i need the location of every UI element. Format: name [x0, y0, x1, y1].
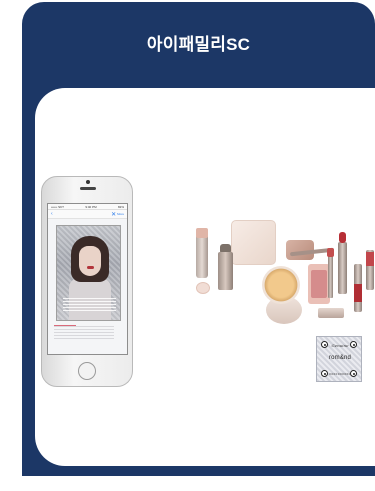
- lip-case: [318, 308, 344, 318]
- status-time: 9:40 PM: [85, 205, 97, 209]
- lipstick-1: [328, 256, 333, 298]
- model-photo: [56, 225, 121, 321]
- speaker-grille: [80, 187, 96, 190]
- model-lips: [87, 266, 94, 269]
- close-icon[interactable]: ✕: [111, 211, 116, 218]
- compact-case: [231, 220, 276, 265]
- sticker-script-text: Genuine: [331, 343, 349, 348]
- security-dot-icon: [321, 341, 328, 348]
- photo-caption: [63, 298, 116, 312]
- primer-tube-cap: [196, 228, 208, 238]
- sticker-brand: rom&nd: [328, 355, 352, 361]
- status-battery: 82%: [117, 205, 124, 209]
- card-title: 아이패밀리SC: [146, 35, 251, 54]
- lip-tint-2-color: [366, 252, 374, 266]
- lipstick-2-tip: [339, 232, 346, 243]
- status-carrier: •••••• SKT: [51, 205, 64, 209]
- security-dot-icon: [350, 341, 357, 348]
- screen-text-block: [54, 326, 114, 340]
- primer-tube: [196, 234, 208, 278]
- lip-tint-1-color: [354, 284, 362, 302]
- lipstick-1-tip: [327, 248, 334, 257]
- camera-icon: [86, 180, 90, 184]
- foundation-bottle: [218, 252, 233, 290]
- model-face: [79, 246, 101, 276]
- more-link[interactable]: More: [117, 212, 124, 216]
- phone-screen: •••••• SKT 9:40 PM 82% ‹ ✕ More: [47, 203, 128, 355]
- lipstick-2: [338, 242, 347, 294]
- blush-pan: [311, 270, 327, 298]
- product-lineup: [178, 214, 375, 329]
- home-button-icon: [78, 362, 96, 380]
- chevron-left-icon[interactable]: ‹: [51, 211, 53, 217]
- cushion-compact: [262, 266, 300, 304]
- phone-mockup: •••••• SKT 9:40 PM 82% ‹ ✕ More: [41, 176, 133, 387]
- balm-pot: [196, 282, 210, 294]
- authenticity-sticker: Genuine rom&nd 0000000000: [316, 336, 362, 382]
- browser-nav: ‹ ✕ More: [48, 210, 127, 219]
- sticker-code: 0000000000: [329, 372, 351, 376]
